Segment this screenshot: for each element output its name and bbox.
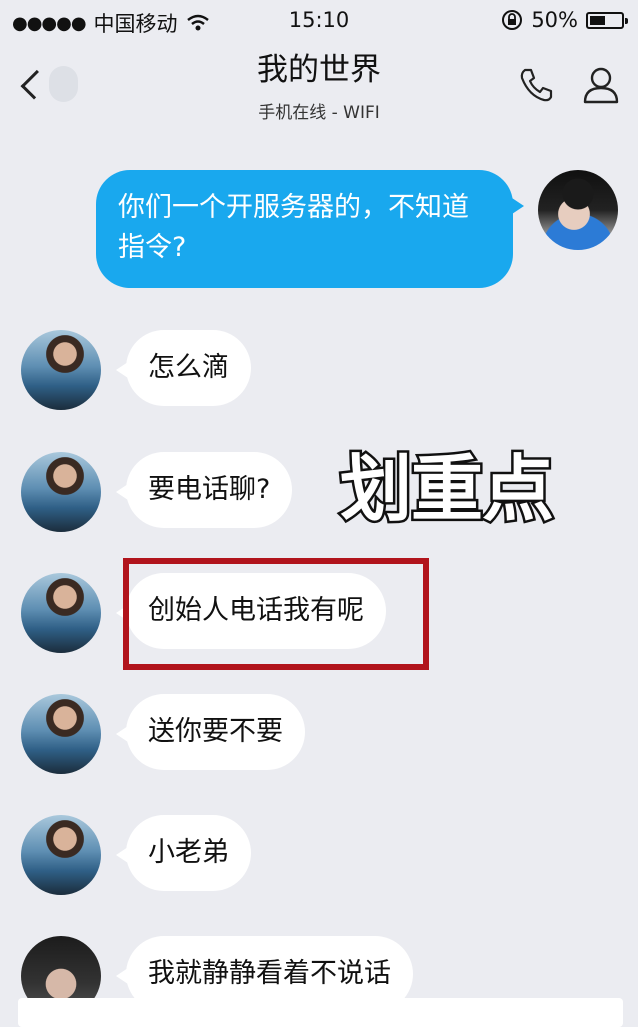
emphasis-caption: 划重点 <box>337 445 556 534</box>
contact-avatar[interactable] <box>21 573 101 653</box>
contact-avatar[interactable] <box>21 452 101 532</box>
message-bubble-received[interactable]: 要电话聊? <box>126 452 293 528</box>
message-bubble-received[interactable]: 怎么滴 <box>126 330 251 406</box>
rotation-lock-icon <box>502 10 523 30</box>
contact-avatar[interactable] <box>21 694 101 774</box>
message-bubble-received[interactable]: 送你要不要 <box>126 694 305 770</box>
status-right: 50% <box>501 8 628 32</box>
bubble-tail <box>512 198 524 214</box>
chat-header: 我的世界 手机在线 - WIFI <box>0 40 638 130</box>
message-input-bar[interactable] <box>18 998 623 1027</box>
message-bubble-sent[interactable]: 你们一个开服务器的，不知道指令? <box>96 170 513 288</box>
profile-icon[interactable] <box>580 64 622 106</box>
battery-percent: 50% <box>531 8 578 32</box>
contact-avatar[interactable] <box>21 815 101 895</box>
status-bar: ●●●●● 中国移动 15:10 50% <box>0 0 638 40</box>
battery-level <box>590 15 605 25</box>
battery-icon <box>586 11 628 29</box>
highlight-box <box>123 558 429 670</box>
phone-icon[interactable] <box>515 64 557 106</box>
contact-avatar[interactable] <box>21 330 101 410</box>
my-avatar[interactable] <box>538 170 618 250</box>
message-bubble-received[interactable]: 小老弟 <box>126 815 251 891</box>
